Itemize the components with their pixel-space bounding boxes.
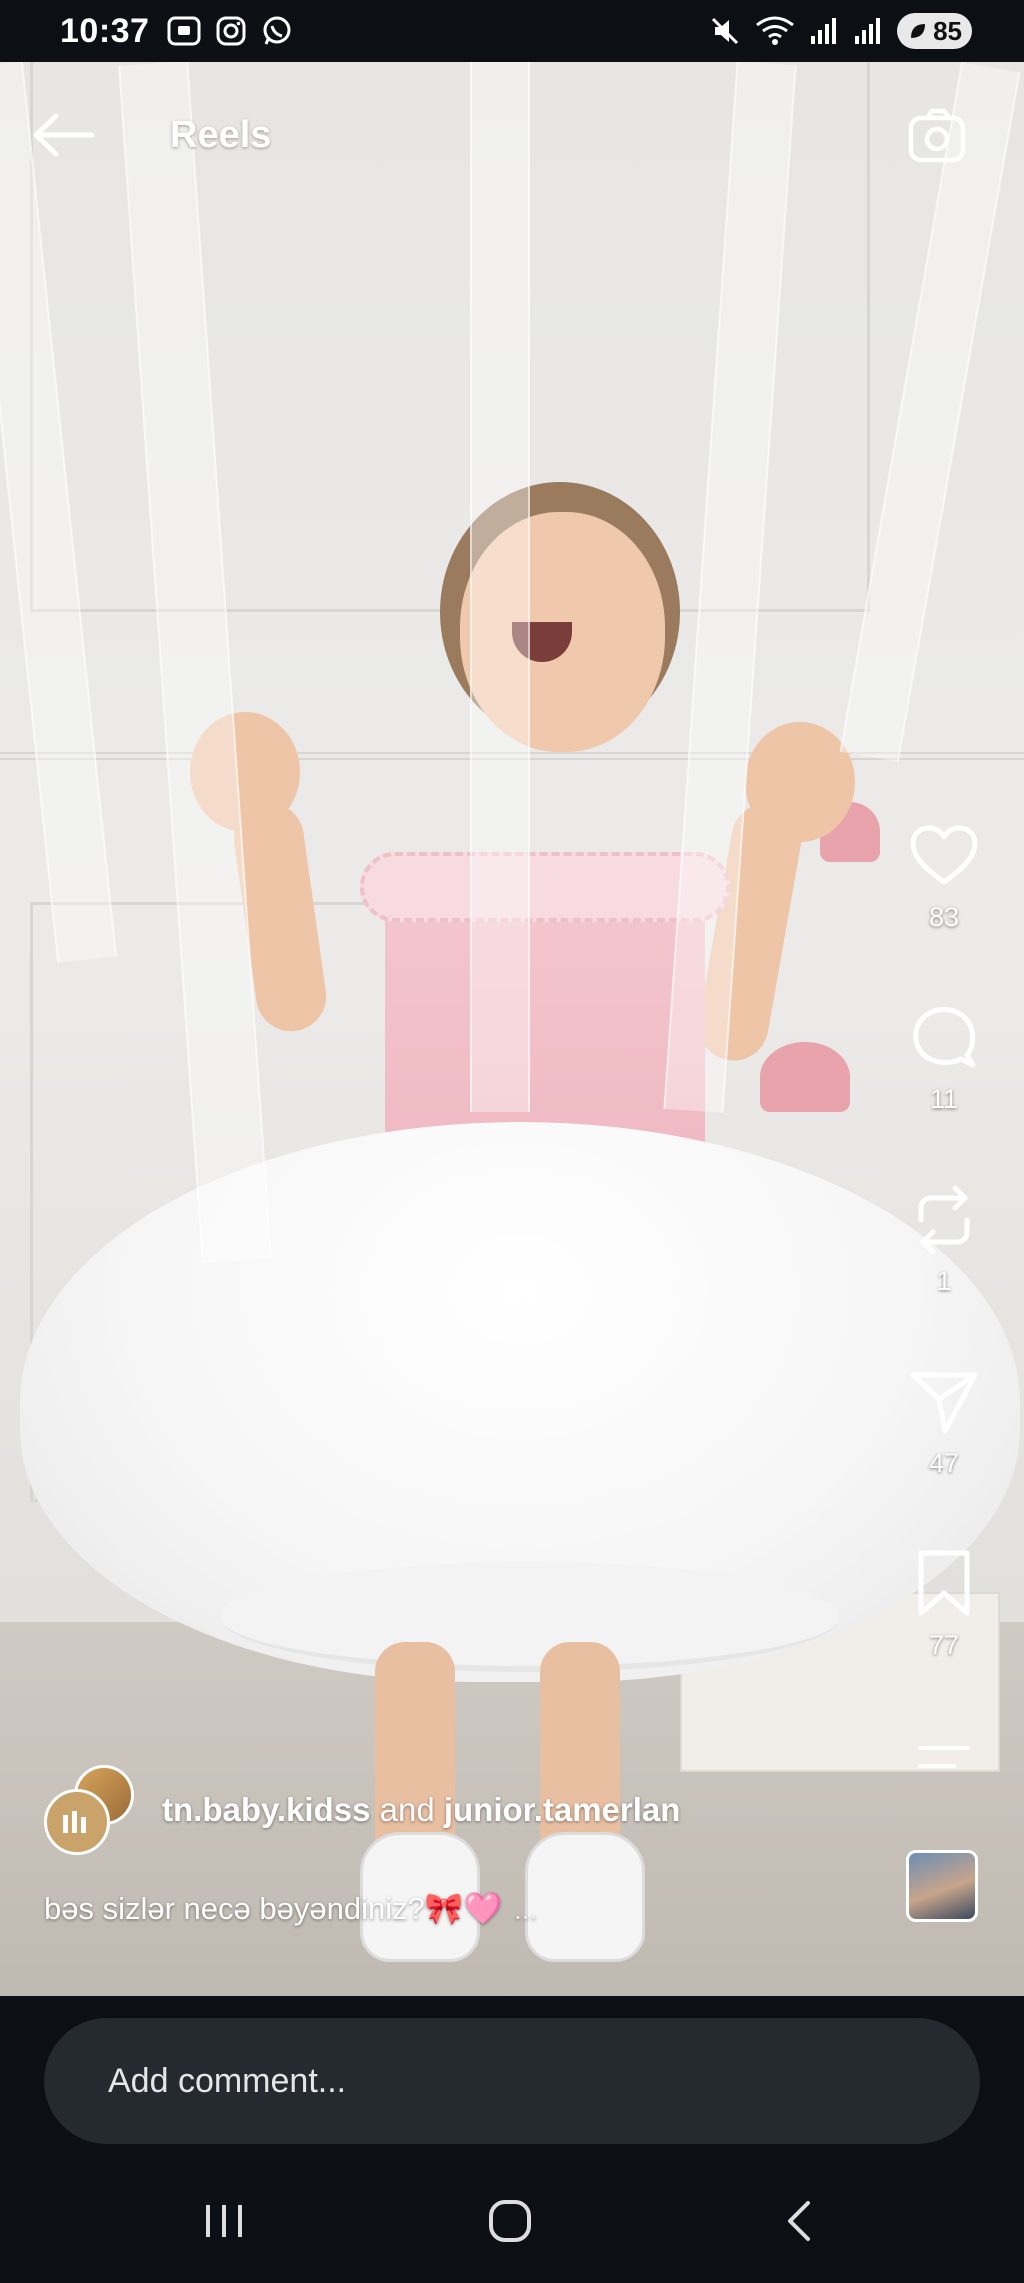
instagram-icon	[216, 16, 246, 46]
system-nav-bar	[0, 2151, 1024, 2283]
back-nav-button[interactable]	[768, 2191, 828, 2251]
recent-apps-icon	[206, 2205, 242, 2237]
save-button[interactable]	[906, 1546, 982, 1622]
wifi-icon	[756, 16, 794, 45]
author-primary[interactable]: tn.baby.kidss	[162, 1791, 370, 1828]
camera-button[interactable]	[905, 104, 971, 170]
comment-bubble-icon	[913, 1007, 976, 1068]
home-icon	[489, 2200, 531, 2242]
like-count: 83	[928, 902, 960, 932]
ribbon	[470, 62, 530, 1112]
comment-button[interactable]	[906, 1000, 982, 1076]
repost-count: 1	[936, 1266, 952, 1296]
paper-plane-icon	[910, 1372, 978, 1434]
author-connector: and	[379, 1791, 435, 1828]
author-avatars[interactable]	[40, 1765, 150, 1855]
author-row[interactable]: tn.baby.kidss and junior.tamerlan	[40, 1765, 680, 1855]
author-secondary[interactable]: junior.tamerlan	[444, 1791, 681, 1828]
like-button[interactable]	[906, 818, 982, 894]
menu-lines-icon	[918, 1746, 970, 1768]
back-button[interactable]	[30, 110, 98, 160]
share-action[interactable]: 47	[894, 1364, 994, 1479]
share-count: 47	[928, 1448, 960, 1478]
heart-icon	[910, 825, 978, 885]
status-time: 10:37	[60, 11, 150, 50]
camera-icon	[908, 108, 966, 163]
repost-button[interactable]	[906, 1182, 982, 1258]
bookmark-icon	[918, 1550, 970, 1616]
screenshot-icon	[167, 16, 201, 46]
share-button[interactable]	[906, 1364, 982, 1440]
page-title: Reels	[170, 114, 272, 156]
comment-action[interactable]: 11	[894, 1000, 994, 1115]
comment-bar: Add comment...	[0, 1996, 1024, 2151]
repost-icon	[918, 1185, 970, 1255]
status-bar: 10:37 85	[0, 0, 1024, 62]
battery-saver-icon	[911, 24, 926, 38]
repost-action[interactable]: 1	[894, 1182, 994, 1297]
caption-more[interactable]: ...	[514, 1894, 537, 1925]
reels-header: Reels	[0, 62, 1024, 212]
arrow-left-icon	[33, 113, 95, 157]
mute-icon	[712, 17, 739, 45]
status-right-icons: 85	[709, 13, 972, 49]
dress-ruffle	[360, 852, 730, 922]
caption[interactable]: bəs sizlər necə bəyəndiniz?🎀🩷...	[44, 1890, 537, 1927]
status-left-icons	[167, 15, 293, 47]
comment-input[interactable]: Add comment...	[44, 2018, 980, 2144]
comment-count: 11	[929, 1084, 959, 1114]
like-action[interactable]: 83	[894, 818, 994, 933]
whatsapp-icon	[263, 16, 291, 45]
brand-logo-icon	[63, 1811, 86, 1833]
battery-level: 85	[933, 15, 962, 46]
dress-hem	[220, 1562, 840, 1672]
reel-video[interactable]	[0, 62, 1024, 1996]
signal-icon	[811, 18, 837, 44]
more-options[interactable]	[894, 1742, 994, 1772]
chevron-left-icon	[788, 2201, 810, 2241]
save-count: 77	[928, 1630, 960, 1660]
signal-icon	[855, 18, 881, 44]
recent-apps-button[interactable]	[194, 2191, 254, 2251]
child-hand	[745, 722, 855, 842]
comment-placeholder: Add comment...	[108, 2061, 347, 2100]
home-button[interactable]	[480, 2191, 540, 2251]
audio-thumbnail[interactable]	[906, 1850, 978, 1922]
avatar[interactable]	[44, 1789, 110, 1855]
caption-text: bəs sizlər necə bəyəndiniz?	[44, 1891, 425, 1926]
author-names[interactable]: tn.baby.kidss and junior.tamerlan	[162, 1791, 680, 1829]
caption-emoji: 🎀🩷	[424, 1891, 503, 1926]
battery-indicator: 85	[897, 13, 972, 49]
save-action[interactable]: 77	[894, 1546, 994, 1661]
pink-lamp	[760, 1042, 850, 1112]
